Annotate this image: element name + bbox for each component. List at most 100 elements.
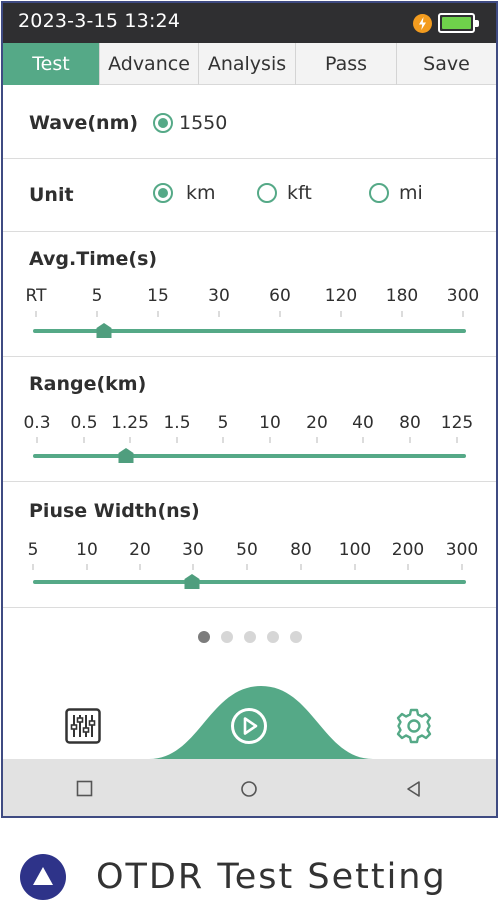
tab-bar: Test Advance Analysis Pass Save bbox=[3, 43, 496, 85]
tick-mark bbox=[340, 311, 342, 317]
tick-label: 80 bbox=[290, 540, 312, 560]
unit-option-mi[interactable]: mi bbox=[369, 182, 423, 204]
device-frame: 2023-3-15 13:24 Test Advance Analysis Pa… bbox=[1, 1, 498, 818]
range-label: Range(km) bbox=[29, 373, 147, 395]
square-icon[interactable] bbox=[76, 780, 94, 798]
tick-mark bbox=[129, 437, 131, 443]
page-dot[interactable] bbox=[266, 631, 279, 643]
unit-option-label: km bbox=[186, 182, 216, 204]
tick-label: 1.25 bbox=[111, 413, 149, 433]
tick-mark bbox=[316, 437, 318, 443]
page-dot[interactable] bbox=[220, 631, 233, 643]
tick-mark bbox=[246, 564, 248, 570]
avg-time-slider-thumb[interactable] bbox=[96, 323, 112, 338]
page-dot[interactable] bbox=[243, 631, 256, 643]
play-icon[interactable] bbox=[230, 707, 268, 745]
unit-option-label: kft bbox=[287, 182, 312, 204]
range-section: Range(km) 0.3 0.5 1.25 1.5 5 10 20 40 80… bbox=[3, 357, 496, 482]
tick-label: 40 bbox=[352, 413, 374, 433]
tick-mark bbox=[407, 564, 409, 570]
triangle-icon bbox=[20, 854, 66, 900]
tick-label: 20 bbox=[306, 413, 328, 433]
tick-label: 15 bbox=[147, 286, 169, 306]
tick-label: 125 bbox=[440, 413, 474, 433]
tick-label: 180 bbox=[385, 286, 419, 306]
tick-label: 5 bbox=[217, 413, 229, 433]
pulse-slider[interactable] bbox=[33, 580, 466, 584]
avg-time-ticks: RT 5 15 30 60 120 180 300 bbox=[3, 286, 496, 308]
avg-time-label: Avg.Time(s) bbox=[29, 248, 158, 270]
tick-mark bbox=[157, 311, 159, 317]
tick-label: 0.5 bbox=[70, 413, 98, 433]
tick-label: 5 bbox=[27, 540, 39, 560]
tick-mark bbox=[362, 437, 364, 443]
tick-mark bbox=[222, 437, 224, 443]
tick-label: 100 bbox=[338, 540, 372, 560]
system-nav-bar bbox=[3, 759, 496, 816]
unit-option-label: mi bbox=[399, 182, 423, 204]
sliders-icon[interactable] bbox=[65, 708, 101, 744]
radio-selected-icon bbox=[153, 183, 173, 203]
tick-label: 20 bbox=[129, 540, 151, 560]
tick-label: 200 bbox=[391, 540, 425, 560]
tick-mark bbox=[83, 437, 85, 443]
tick-label: 30 bbox=[182, 540, 204, 560]
range-ticks: 0.3 0.5 1.25 1.5 5 10 20 40 80 125 bbox=[3, 413, 496, 435]
wave-section: Wave(nm) 1550 bbox=[3, 86, 496, 159]
unit-section: Unit km kft mi bbox=[3, 159, 496, 232]
caption: OTDR Test Setting bbox=[20, 852, 447, 902]
tick-mark bbox=[96, 311, 98, 317]
battery-level bbox=[442, 17, 471, 29]
tick-label: 60 bbox=[269, 286, 291, 306]
radio-selected-icon bbox=[153, 113, 173, 133]
unit-option-km[interactable]: km bbox=[153, 182, 216, 204]
unit-option-kft[interactable]: kft bbox=[257, 182, 312, 204]
tick-label: 120 bbox=[324, 286, 358, 306]
tick-mark bbox=[35, 311, 37, 317]
tab-pass[interactable]: Pass bbox=[296, 43, 397, 85]
status-time: 2023-3-15 13:24 bbox=[18, 10, 181, 32]
tick-label: 80 bbox=[399, 413, 421, 433]
tick-mark bbox=[269, 437, 271, 443]
bottom-action-bar bbox=[3, 683, 496, 759]
wave-option-1550[interactable]: 1550 bbox=[153, 112, 227, 134]
page-indicator bbox=[3, 631, 496, 643]
tick-label: 10 bbox=[259, 413, 281, 433]
range-slider-thumb[interactable] bbox=[118, 448, 134, 463]
status-bar: 2023-3-15 13:24 bbox=[3, 3, 496, 43]
tick-mark bbox=[176, 437, 178, 443]
page-dot[interactable] bbox=[197, 631, 210, 643]
tick-mark bbox=[462, 311, 464, 317]
tab-save[interactable]: Save bbox=[397, 43, 496, 85]
tick-label: 300 bbox=[445, 540, 479, 560]
radio-unselected-icon bbox=[257, 183, 277, 203]
tick-mark bbox=[279, 311, 281, 317]
tick-mark bbox=[461, 564, 463, 570]
tick-label: 5 bbox=[91, 286, 103, 306]
tick-label: 10 bbox=[76, 540, 98, 560]
back-triangle-icon[interactable] bbox=[405, 780, 423, 798]
tick-mark bbox=[192, 564, 194, 570]
tick-mark bbox=[354, 564, 356, 570]
tick-mark bbox=[401, 311, 403, 317]
lightning-icon bbox=[413, 14, 432, 33]
battery-icon bbox=[438, 13, 479, 33]
tick-mark bbox=[139, 564, 141, 570]
tab-test[interactable]: Test bbox=[3, 43, 100, 85]
pulse-ticks: 5 10 20 30 50 80 100 200 300 bbox=[3, 540, 496, 562]
tab-advance[interactable]: Advance bbox=[100, 43, 199, 85]
pulse-slider-thumb[interactable] bbox=[184, 574, 200, 589]
tick-mark bbox=[300, 564, 302, 570]
gear-icon[interactable] bbox=[395, 707, 433, 745]
tick-mark bbox=[456, 437, 458, 443]
circle-icon[interactable] bbox=[240, 780, 258, 798]
range-slider[interactable] bbox=[33, 454, 466, 458]
page-dot[interactable] bbox=[289, 631, 302, 643]
tab-analysis[interactable]: Analysis bbox=[199, 43, 296, 85]
wave-label: Wave(nm) bbox=[29, 112, 139, 134]
tick-label: 1.5 bbox=[163, 413, 191, 433]
pulse-section: Piuse Width(ns) 5 10 20 30 50 80 100 200… bbox=[3, 482, 496, 608]
pulse-label: Piuse Width(ns) bbox=[29, 500, 200, 522]
tick-label: 0.3 bbox=[23, 413, 51, 433]
tick-mark bbox=[409, 437, 411, 443]
